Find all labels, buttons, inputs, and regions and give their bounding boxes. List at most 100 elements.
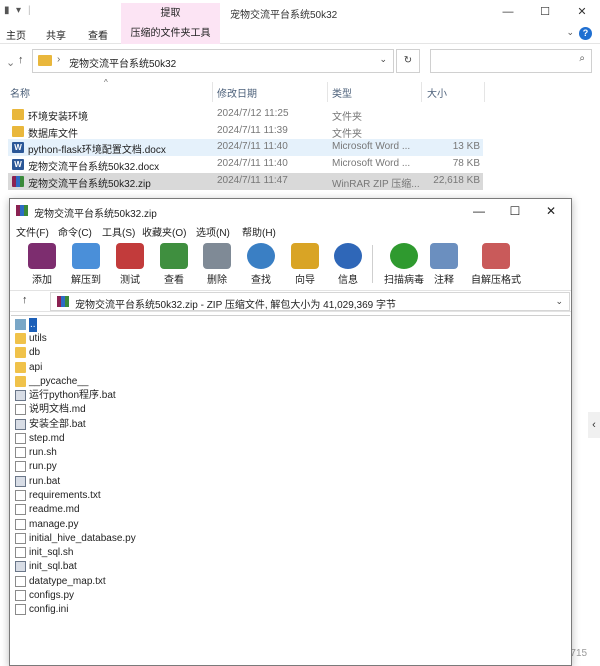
- add-button[interactable]: 添加: [18, 243, 66, 287]
- file-icon: [15, 504, 26, 515]
- file-row[interactable]: 宠物交流平台系统50k32.zip 2024/7/11 11:47 WinRAR…: [8, 173, 483, 190]
- column-divider[interactable]: [327, 82, 328, 102]
- batch-file-icon: [15, 390, 26, 401]
- up-arrow-icon[interactable]: ↑: [22, 294, 28, 306]
- explorer-titlebar: ▮ ▾ | 提取 宠物交流平台系统50k32 — ☐ ✕: [0, 0, 600, 24]
- winrar-titlebar: 宠物交流平台系统50k32.zip — ☐ ✕: [10, 199, 571, 223]
- menu-favorites[interactable]: 收藏夹(O): [142, 224, 186, 239]
- comment-button[interactable]: 注释: [420, 243, 468, 287]
- expand-pane-arrow-icon[interactable]: ‹: [588, 412, 600, 438]
- info-button[interactable]: 信息: [324, 243, 372, 287]
- batch-file-icon: [15, 419, 26, 430]
- menu-help[interactable]: 帮助(H): [242, 224, 276, 239]
- file-type: WinRAR ZIP 压缩...: [332, 179, 420, 190]
- test-button[interactable]: 测试: [106, 243, 154, 287]
- file-type: Microsoft Word ...: [332, 158, 411, 169]
- extract-to-button[interactable]: 解压到: [62, 243, 110, 287]
- file-type: 文件夹: [332, 129, 362, 140]
- zip-archive-icon: [12, 176, 24, 187]
- column-divider[interactable]: [484, 82, 485, 102]
- minimize-button[interactable]: —: [490, 3, 526, 21]
- file-row[interactable]: W python-flask环境配置文档.docx 2024/7/11 11:4…: [8, 139, 483, 156]
- sort-indicator-icon: ^: [104, 78, 108, 87]
- list-item-name: datatype_map.txt: [29, 576, 106, 587]
- tab-share[interactable]: 共享: [46, 27, 66, 42]
- file-icon: [15, 533, 26, 544]
- file-icon: [15, 590, 26, 601]
- file-icon: [15, 433, 26, 444]
- quick-access-icon[interactable]: ▮: [4, 5, 10, 16]
- up-arrow-icon[interactable]: ↑: [18, 54, 24, 66]
- column-header-size[interactable]: 大小: [427, 85, 447, 100]
- list-item-name: 说明文档.md: [29, 404, 86, 415]
- maximize-button[interactable]: ☐: [527, 3, 563, 21]
- file-size: 22,618 KB: [433, 175, 480, 186]
- path-dropdown-icon[interactable]: ⌄: [555, 296, 563, 307]
- menu-tools[interactable]: 工具(S): [102, 224, 135, 239]
- delete-button[interactable]: 删除: [193, 243, 241, 287]
- address-bar[interactable]: › 宠物交流平台系统50k32 ⌄: [32, 49, 394, 73]
- close-button[interactable]: ✕: [534, 202, 568, 220]
- list-item-name: step.md: [29, 433, 65, 444]
- column-header-type[interactable]: 类型: [332, 85, 352, 100]
- extract-context-label: 提取: [160, 8, 181, 19]
- archive-file-list[interactable]: .. utils db api __pycache__ 运行python程序.b…: [11, 315, 570, 665]
- menu-options[interactable]: 选项(N): [196, 224, 230, 239]
- view-button[interactable]: 查看: [150, 243, 198, 287]
- list-item-name: initial_hive_database.py: [29, 533, 136, 544]
- list-item-name: readme.md: [29, 504, 80, 515]
- recent-locations-icon[interactable]: ⌄: [6, 56, 15, 69]
- find-button[interactable]: 查找: [237, 243, 285, 287]
- zip-archive-icon: [57, 296, 69, 307]
- column-header-date[interactable]: 修改日期: [217, 85, 257, 100]
- file-icon: [15, 576, 26, 587]
- minimize-button[interactable]: —: [462, 202, 496, 220]
- trash-icon: [203, 243, 231, 269]
- column-header-name[interactable]: 名称: [10, 85, 30, 100]
- column-divider[interactable]: [212, 82, 213, 102]
- list-item-name: __pycache__: [29, 376, 89, 387]
- find-magnifier-icon: [247, 243, 275, 269]
- wizard-button[interactable]: 向导: [281, 243, 329, 287]
- list-item-name: 运行python程序.bat: [29, 390, 116, 401]
- tab-home[interactable]: 主页: [6, 27, 26, 42]
- file-row[interactable]: W 宠物交流平台系统50k32.docx 2024/7/11 11:40 Mic…: [8, 156, 483, 173]
- info-label: 信息: [338, 275, 358, 286]
- maximize-button[interactable]: ☐: [498, 202, 532, 220]
- test-label: 测试: [120, 275, 140, 286]
- file-row[interactable]: 数据库文件 2024/7/11 11:39 文件夹: [8, 123, 483, 140]
- file-icon: [15, 519, 26, 530]
- quick-access-dropdown-icon[interactable]: ▾: [16, 5, 21, 16]
- path-bar: ↑ 宠物交流平台系统50k32.zip - ZIP 压缩文件, 解包大小为 41…: [10, 290, 571, 312]
- parent-folder-icon: [15, 319, 26, 330]
- sfx-button[interactable]: 自解压格式: [466, 243, 526, 287]
- list-item-name: configs.py: [29, 590, 75, 601]
- wizard-label: 向导: [295, 275, 315, 286]
- list-item-name: run.sh: [29, 447, 57, 458]
- delete-label: 删除: [207, 275, 227, 286]
- list-item-name: init_sql.sh: [29, 547, 74, 558]
- file-row[interactable]: 环境安装环境 2024/7/12 11:25 文件夹: [8, 106, 483, 123]
- file-name: 环境安装环境: [28, 112, 88, 123]
- list-item-name: requirements.txt: [29, 490, 101, 501]
- tab-view[interactable]: 查看: [88, 27, 108, 42]
- column-divider[interactable]: [421, 82, 422, 102]
- help-icon[interactable]: ?: [579, 27, 592, 40]
- expand-ribbon-icon[interactable]: ⌄: [566, 27, 574, 38]
- tab-compressed-folder-tools[interactable]: 压缩的文件夹工具: [121, 24, 220, 44]
- comment-icon: [430, 243, 458, 269]
- extract-to-label: 解压到: [71, 275, 101, 286]
- file-type: Microsoft Word ...: [332, 141, 411, 152]
- file-name: 数据库文件: [28, 129, 78, 140]
- search-input[interactable]: ⌕: [430, 49, 592, 73]
- address-dropdown-icon[interactable]: ⌄: [379, 54, 387, 65]
- menu-commands[interactable]: 命令(C): [58, 224, 92, 239]
- refresh-button[interactable]: ↻: [396, 49, 420, 73]
- menu-file[interactable]: 文件(F): [16, 224, 49, 239]
- extract-context-header[interactable]: 提取: [121, 3, 220, 24]
- archive-path-text: 宠物交流平台系统50k32.zip - ZIP 压缩文件, 解包大小为 41,0…: [75, 300, 397, 311]
- file-date: 2024/7/12 11:25: [217, 108, 289, 119]
- list-item-name: config.ini: [29, 604, 69, 615]
- archive-path-field[interactable]: 宠物交流平台系统50k32.zip - ZIP 压缩文件, 解包大小为 41,0…: [50, 292, 570, 311]
- close-button[interactable]: ✕: [564, 3, 600, 21]
